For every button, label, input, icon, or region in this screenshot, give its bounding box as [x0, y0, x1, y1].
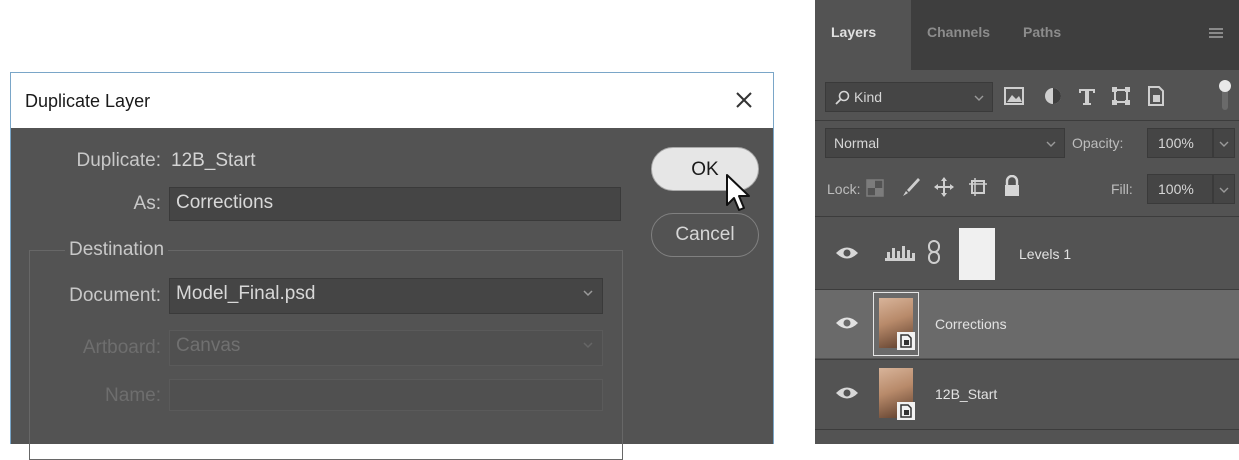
fill-value: 100%: [1158, 181, 1194, 197]
lock-image-pixels-icon[interactable]: [899, 176, 921, 198]
link-chain-icon[interactable]: [927, 240, 941, 264]
lock-label: Lock:: [827, 181, 861, 197]
document-label: Document:: [69, 285, 161, 306]
dialog-titlebar: Duplicate Layer: [11, 73, 773, 128]
filter-toggle-icon[interactable]: [1217, 78, 1233, 114]
document-select[interactable]: Model_Final.psd: [169, 278, 603, 314]
chevron-down-icon: [1219, 187, 1229, 193]
fill-input[interactable]: 100%: [1147, 174, 1213, 204]
chevron-down-icon: [1219, 141, 1229, 147]
layer-mask-thumbnail[interactable]: [959, 228, 995, 280]
lock-transparent-pixels-icon[interactable]: [865, 178, 885, 198]
adjustment-filter-icon[interactable]: [1043, 86, 1063, 106]
blend-mode-value: Normal: [834, 135, 880, 151]
eye-visibility-icon[interactable]: [835, 314, 859, 332]
filter-kind-select[interactable]: Kind: [825, 82, 993, 112]
dialog-title: Duplicate Layer: [25, 91, 151, 111]
pixel-layer-filter-icon[interactable]: [1003, 86, 1025, 106]
artboard-label: Artboard:: [82, 337, 161, 358]
smart-object-badge-icon: [897, 332, 915, 350]
lock-artboard-icon[interactable]: [967, 176, 989, 198]
document-select-value: Model_Final.psd: [176, 283, 316, 304]
lock-all-icon[interactable]: [1003, 175, 1021, 197]
layer-row-12b-start[interactable]: 12B_Start: [815, 360, 1239, 428]
cancel-button[interactable]: Cancel: [651, 213, 759, 257]
artboard-select-value: Canvas: [176, 335, 241, 356]
layers-panel: Layers Channels Paths Kind Normal Opacit…: [815, 0, 1239, 444]
layer-name: Corrections: [935, 316, 1007, 332]
chevron-down-icon: [583, 290, 593, 297]
duplicate-label: Duplicate:: [76, 150, 162, 171]
smart-object-badge-icon: [897, 402, 915, 420]
tab-paths[interactable]: Paths: [1023, 24, 1061, 40]
duplicate-value: 12B_Start: [171, 150, 256, 171]
layer-name: Levels 1: [1019, 246, 1072, 262]
layer-name: 12B_Start: [935, 386, 998, 402]
duplicate-layer-dialog: Duplicate Layer Duplicate: 12B_Start As:…: [10, 72, 774, 460]
name-label: Name:: [105, 385, 161, 406]
close-icon[interactable]: [729, 85, 759, 115]
eye-visibility-icon[interactable]: [835, 384, 859, 402]
layer-row-levels-1[interactable]: Levels 1: [815, 220, 1239, 288]
shape-filter-icon[interactable]: [1111, 86, 1131, 106]
as-name-input[interactable]: Corrections: [169, 187, 621, 221]
search-icon: [835, 90, 850, 105]
destination-legend: Destination: [65, 239, 169, 261]
layer-row-corrections[interactable]: Corrections: [815, 290, 1239, 358]
panel-menu-icon[interactable]: [1209, 28, 1223, 38]
opacity-input[interactable]: 100%: [1147, 128, 1213, 158]
name-input: [169, 379, 603, 411]
opacity-dropdown[interactable]: [1213, 128, 1235, 158]
mouse-pointer-icon: [726, 174, 750, 211]
fill-dropdown[interactable]: [1213, 174, 1235, 204]
fill-label: Fill:: [1111, 181, 1133, 197]
opacity-value: 100%: [1158, 135, 1194, 151]
panel-tabs: Layers Channels Paths: [815, 0, 1239, 70]
chevron-down-icon: [1046, 141, 1056, 147]
smart-object-filter-icon[interactable]: [1147, 85, 1165, 107]
type-filter-icon[interactable]: [1077, 86, 1097, 106]
lock-position-icon[interactable]: [933, 176, 955, 198]
chevron-down-icon: [974, 95, 984, 101]
opacity-label: Opacity:: [1072, 135, 1124, 151]
levels-adjustment-icon: [885, 246, 915, 261]
artboard-select: Canvas: [169, 330, 603, 366]
tab-channels[interactable]: Channels: [927, 24, 990, 40]
chevron-down-icon: [583, 342, 593, 349]
filter-kind-value: Kind: [854, 89, 883, 105]
eye-visibility-icon[interactable]: [835, 244, 859, 262]
blend-mode-select[interactable]: Normal: [825, 128, 1065, 158]
tab-layers[interactable]: Layers: [831, 24, 876, 40]
as-label: As:: [133, 193, 161, 214]
